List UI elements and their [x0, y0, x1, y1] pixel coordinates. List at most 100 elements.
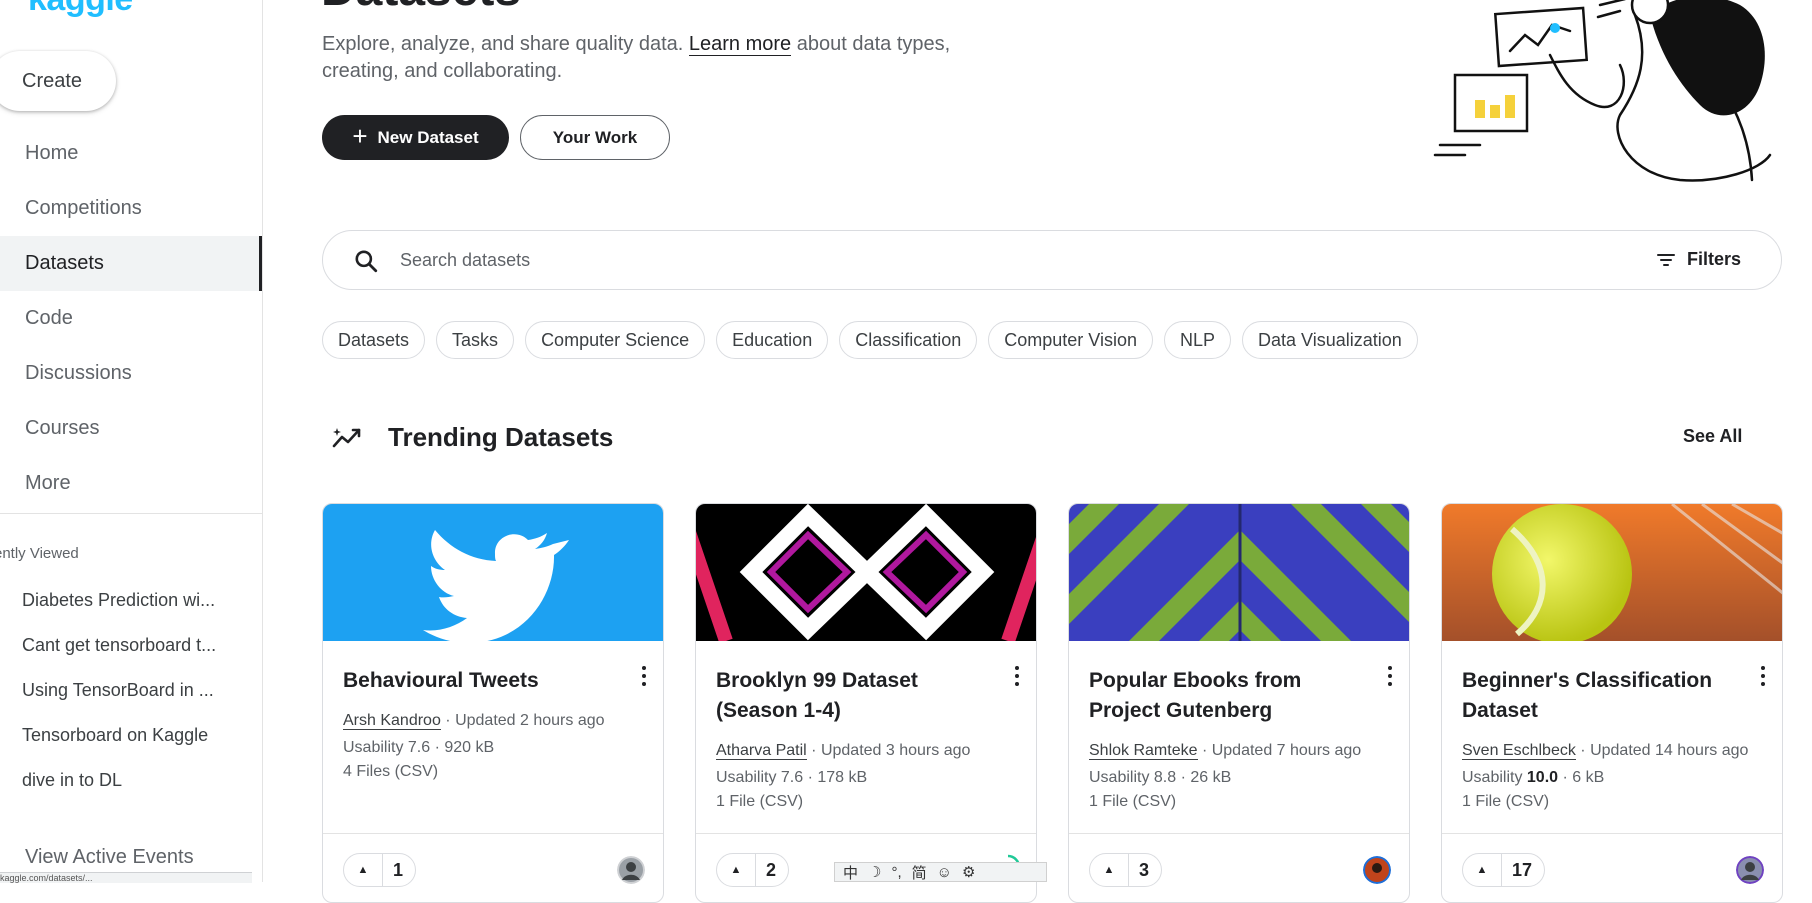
card-usability-line: Usability 7.6 · 920 kB: [343, 735, 494, 761]
sidebar-nav: Home Competitions Datasets Code Discussi…: [0, 126, 262, 511]
plus-icon: +: [352, 121, 368, 151]
card-title[interactable]: Behavioural Tweets: [343, 666, 613, 696]
sidebar-divider: [0, 513, 262, 514]
card-size: · 26 kB: [1176, 769, 1232, 786]
card-title[interactable]: Beginner's Classification Dataset: [1462, 666, 1732, 726]
sidebar-item-more[interactable]: More: [0, 456, 262, 511]
card-author[interactable]: Shlok Ramteke: [1089, 742, 1198, 760]
ime-emoji-icon[interactable]: ☺: [937, 864, 952, 881]
chip-nlp[interactable]: NLP: [1163, 321, 1231, 359]
sidebar-item-code[interactable]: Code: [0, 291, 262, 346]
twitter-thumbnail: [323, 504, 663, 641]
card-usability-line: Usability 7.6 · 178 kB: [716, 765, 867, 791]
ime-moon-icon[interactable]: ☽: [868, 863, 881, 881]
recent-item[interactable]: Cant get tensorboard t...: [22, 623, 242, 668]
sidebar-item-courses[interactable]: Courses: [0, 401, 262, 456]
search-icon: [355, 250, 378, 273]
usability-label: Usability: [716, 769, 781, 786]
card-files: 4 Files (CSV): [343, 763, 439, 780]
recently-viewed-heading: ently Viewed: [0, 545, 79, 562]
trending-icon: [332, 428, 361, 448]
brooklyn-99-thumbnail: [696, 504, 1036, 641]
ime-chinese-icon[interactable]: 中: [843, 862, 858, 883]
chip-data-visualization[interactable]: Data Visualization: [1242, 321, 1418, 359]
vote-count: 17: [1512, 859, 1533, 880]
sidebar-item-discussions[interactable]: Discussions: [0, 346, 262, 401]
more-options-icon[interactable]: [1760, 666, 1766, 688]
usability-label: Usability: [343, 739, 408, 756]
vote-count: 3: [1139, 859, 1150, 880]
filters-label: Filters: [1686, 249, 1741, 269]
sidebar-item-home[interactable]: Home: [0, 126, 262, 181]
chip-datasets[interactable]: Datasets: [322, 321, 426, 359]
search-input[interactable]: Search datasets: [400, 250, 530, 271]
filters-button[interactable]: Filters: [1656, 249, 1741, 270]
learn-more-link[interactable]: Learn more: [688, 33, 792, 56]
card-updated: · Updated 3 hours ago: [806, 742, 971, 759]
card-title[interactable]: Popular Ebooks from Project Gutenberg: [1089, 666, 1359, 726]
kaggle-logo[interactable]: kaggle: [28, 0, 133, 19]
card-updated: · Updated 2 hours ago: [440, 712, 605, 729]
status-bar-url: kaggle.com/datasets/...: [0, 872, 252, 883]
chip-classification[interactable]: Classification: [839, 321, 978, 359]
intro-text: Explore, analyze, and share quality data…: [322, 33, 689, 55]
dataset-card[interactable]: Behavioural Tweets Arsh Kandroo · Update…: [322, 503, 664, 903]
card-author[interactable]: Atharva Patil: [716, 742, 807, 760]
recent-item[interactable]: Using TensorBoard in ...: [22, 668, 242, 713]
card-size: · 178 kB: [803, 769, 868, 786]
more-options-icon[interactable]: [1387, 666, 1393, 688]
tag-chips: Datasets Tasks Computer Science Educatio…: [322, 321, 1418, 359]
gutenberg-thumbnail: [1069, 504, 1409, 641]
page-title: Datasets: [321, 0, 521, 17]
page-intro: Explore, analyze, and share quality data…: [322, 31, 962, 85]
card-size: · 920 kB: [430, 739, 495, 756]
usability-score: 10.0: [1526, 769, 1559, 786]
recent-item[interactable]: Tensorboard on Kaggle: [22, 713, 242, 758]
chip-computer-vision[interactable]: Computer Vision: [988, 321, 1153, 359]
search-bar[interactable]: Search datasets Filters: [322, 230, 1782, 290]
dataset-card[interactable]: Popular Ebooks from Project Gutenberg Sh…: [1068, 503, 1410, 903]
vote-count: 1: [393, 859, 404, 880]
tennis-ball-thumbnail: [1442, 504, 1782, 641]
chip-education[interactable]: Education: [716, 321, 829, 359]
new-dataset-button[interactable]: + New Dataset: [322, 115, 509, 160]
card-author[interactable]: Sven Eschlbeck: [1462, 742, 1576, 760]
your-work-button[interactable]: Your Work: [520, 115, 670, 160]
filter-icon: [1656, 253, 1675, 266]
card-usability-line: Usability 10.0 · 6 kB: [1462, 765, 1604, 791]
recently-viewed-list: Diabetes Prediction wi... Cant get tenso…: [22, 578, 242, 803]
view-active-events-link[interactable]: View Active Events: [25, 846, 194, 869]
sidebar-item-datasets[interactable]: Datasets: [0, 236, 262, 291]
avatar[interactable]: [1363, 856, 1391, 884]
vote-count: 2: [766, 859, 777, 880]
more-options-icon[interactable]: [641, 666, 647, 688]
avatar[interactable]: [617, 856, 645, 884]
usability-score: 7.6: [407, 739, 431, 756]
hero-illustration: [1433, 0, 1772, 182]
ime-simplified-icon[interactable]: 简: [912, 862, 927, 883]
avatar[interactable]: [1736, 856, 1764, 884]
card-divider: [1442, 833, 1782, 834]
ime-settings-icon[interactable]: ⚙: [962, 863, 975, 881]
dataset-card[interactable]: Brooklyn 99 Dataset (Season 1-4) Atharva…: [695, 503, 1037, 903]
card-usability-line: Usability 8.8 · 26 kB: [1089, 765, 1231, 791]
usability-label: Usability: [1462, 769, 1527, 786]
card-author[interactable]: Arsh Kandroo: [343, 712, 441, 730]
card-files: 1 File (CSV): [716, 793, 804, 810]
see-all-link[interactable]: See All: [1683, 426, 1742, 447]
card-updated: · Updated 7 hours ago: [1197, 742, 1362, 759]
sidebar-item-competitions[interactable]: Competitions: [0, 181, 262, 236]
recent-item[interactable]: dive in to DL: [22, 758, 242, 803]
usability-score: 7.6: [780, 769, 804, 786]
ime-punctuation-icon[interactable]: °,: [891, 864, 901, 881]
chip-tasks[interactable]: Tasks: [436, 321, 515, 359]
card-title[interactable]: Brooklyn 99 Dataset (Season 1-4): [716, 666, 986, 726]
sidebar: kaggle Create Home Competitions Datasets…: [0, 0, 263, 883]
dataset-card[interactable]: Beginner's Classification Dataset Sven E…: [1441, 503, 1783, 903]
create-button[interactable]: Create: [0, 51, 116, 111]
card-files: 1 File (CSV): [1089, 793, 1177, 810]
more-options-icon[interactable]: [1014, 666, 1020, 688]
card-updated: · Updated 14 hours ago: [1575, 742, 1749, 759]
chip-computer-science[interactable]: Computer Science: [525, 321, 706, 359]
recent-item[interactable]: Diabetes Prediction wi...: [22, 578, 242, 623]
